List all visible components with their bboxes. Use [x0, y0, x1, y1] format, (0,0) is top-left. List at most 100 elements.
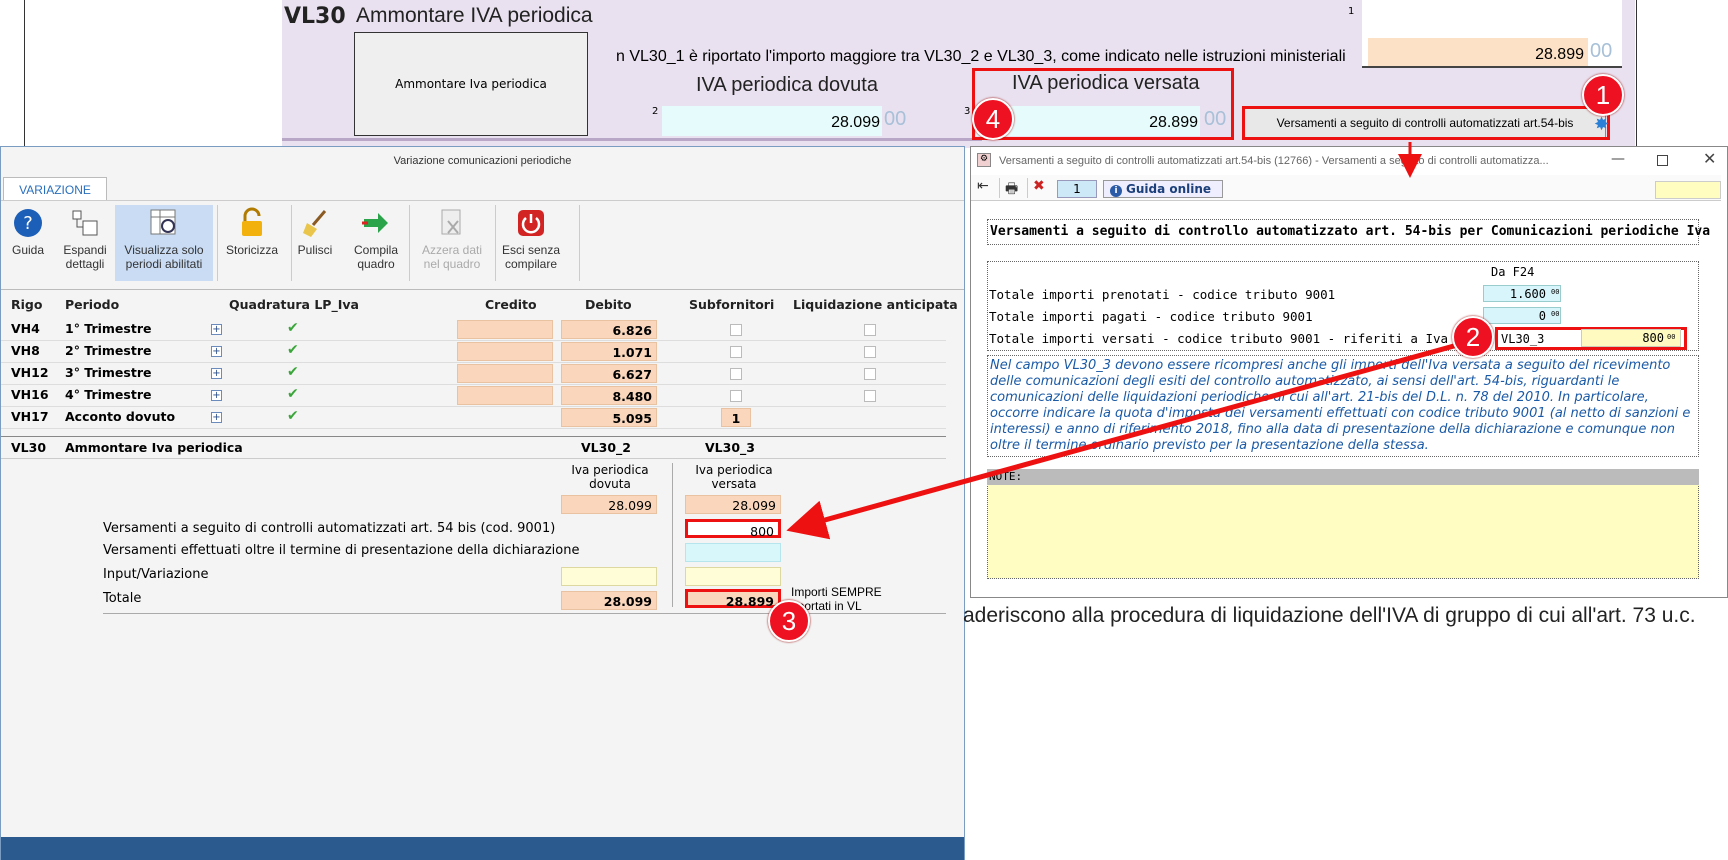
check-icon: ✔	[287, 386, 299, 402]
divider	[1, 384, 946, 385]
dovuta-field[interactable]: 28.099	[561, 495, 657, 514]
vl30-2-field[interactable]: 28.099	[662, 106, 882, 136]
vl30-3-header: VL30_3	[705, 440, 755, 455]
credito-field[interactable]	[457, 342, 553, 361]
subfornitori-checkbox[interactable]	[730, 368, 742, 380]
toolbar-esci-button[interactable]: Esci senza compilare	[497, 205, 565, 281]
power-icon	[497, 207, 565, 239]
row-rigo: VH4	[11, 321, 40, 336]
close-icon[interactable]: ✕	[1703, 149, 1716, 168]
delete-icon[interactable]: ✖	[1033, 178, 1045, 194]
toolbar-compila-button[interactable]: Compila quadro	[347, 205, 405, 281]
credito-field[interactable]	[457, 364, 553, 383]
row1-value[interactable]: 1.600	[1483, 285, 1561, 302]
guida-online-button[interactable]: i Guida online	[1103, 180, 1223, 198]
row1-label: Totale importi prenotati - codice tribut…	[989, 287, 1336, 302]
subfornitori-field[interactable]: 1	[721, 408, 751, 427]
form-title: Ammontare IVA periodica	[356, 4, 593, 27]
divider	[495, 205, 496, 281]
toolbar-label: dettagli	[65, 257, 105, 271]
divider	[1362, 66, 1622, 68]
divider	[1636, 0, 1637, 148]
liquidazione-checkbox[interactable]	[864, 324, 876, 336]
form-note: n VL30_1 è riportato l'importo maggiore …	[616, 48, 1346, 65]
toolbar-label: Pulisci	[297, 243, 333, 257]
input-variazione-dovuta[interactable]	[561, 567, 657, 586]
debito-field: 5.095	[561, 408, 657, 427]
row-rigo: VH8	[11, 343, 40, 358]
row3-value[interactable]: 800	[1581, 329, 1681, 347]
screen: VL30 Ammontare IVA periodica Ammontare I…	[0, 0, 1728, 860]
row2-label: Totale importi pagati - codice tributo 9…	[989, 309, 1313, 324]
col-header-f24: Da F24	[1491, 265, 1535, 279]
expand-row-icon[interactable]: +	[211, 368, 222, 379]
toolbar-visualizza-button[interactable]: Visualizza solo periodi abilitati	[115, 205, 213, 281]
expand-row-icon[interactable]: +	[211, 390, 222, 401]
subfornitori-checkbox[interactable]	[730, 324, 742, 336]
check-icon: ✔	[287, 342, 299, 358]
ammontare-button[interactable]: Ammontare Iva periodica	[354, 32, 588, 136]
toolbar-pulisci-button[interactable]: Pulisci	[293, 205, 337, 281]
maximize-icon[interactable]	[1657, 155, 1668, 166]
info-icon: i	[1110, 185, 1122, 197]
subfornitori-checkbox[interactable]	[730, 346, 742, 358]
header-periodo: Periodo	[65, 297, 120, 312]
toolbar-espandi-button[interactable]: Espandi dettagli	[57, 205, 113, 281]
divider	[1, 458, 946, 459]
versata-field[interactable]: 28.099	[685, 495, 781, 514]
tab-variazione[interactable]: VARIAZIONE	[3, 177, 107, 201]
versamenti-value-field[interactable]: 800	[685, 519, 781, 539]
oltre-termine-field[interactable]	[685, 543, 781, 562]
row3-code: VL30_3	[1501, 332, 1545, 346]
credito-field[interactable]	[457, 386, 553, 405]
field-number: 2	[652, 106, 659, 117]
badge-2: 2	[1452, 316, 1494, 358]
divider	[579, 205, 580, 281]
row2-value[interactable]: 0	[1483, 307, 1561, 324]
divider	[409, 205, 410, 281]
expand-row-icon[interactable]: +	[211, 346, 222, 357]
header-liquidazione: Liquidazione anticipata	[793, 297, 958, 312]
oltre-termine-label: Versamenti effettuati oltre il termine d…	[103, 543, 580, 558]
col2-label: Iva periodica dovuta	[571, 463, 649, 491]
expand-row-icon[interactable]: +	[211, 324, 222, 335]
header-subfornitori: Subfornitori	[689, 297, 775, 312]
liquidazione-checkbox[interactable]	[864, 390, 876, 402]
broom-icon	[293, 207, 337, 239]
toolbar-label: Azzera dati	[421, 243, 483, 257]
badge-3: 3	[768, 600, 810, 642]
divider	[291, 205, 292, 281]
page-number[interactable]: 1	[1057, 180, 1097, 198]
toolbar-label: Guida	[11, 243, 45, 257]
lock-icon	[219, 207, 285, 239]
liquidazione-checkbox[interactable]	[864, 368, 876, 380]
toolbar-label: Compila	[353, 243, 398, 257]
col-dovuta-header: IVA periodica dovuta	[696, 74, 878, 96]
input-variazione-versata[interactable]	[685, 567, 781, 586]
badge-4: 4	[972, 98, 1014, 140]
exit-icon[interactable]: ⇤	[977, 178, 989, 194]
importi-note: Importi SEMPRE riportati in VL	[791, 585, 882, 613]
toolbar-guida-button[interactable]: ? Guida	[5, 205, 51, 281]
expand-row-icon[interactable]: +	[211, 412, 222, 423]
status-field	[1655, 181, 1721, 199]
row-rigo: VH12	[11, 365, 49, 380]
divider	[1, 406, 946, 407]
info-text: Nel campo VL30_3 devono essere ricompres…	[987, 355, 1699, 457]
totale-label: Totale	[103, 591, 142, 606]
divider	[1027, 178, 1028, 198]
toolbar-azzera-button[interactable]: Azzera dati nel quadro	[411, 205, 493, 281]
print-icon[interactable]: 🖶	[1005, 178, 1018, 202]
toolbar-storicizza-button[interactable]: Storicizza	[219, 205, 285, 281]
check-icon: ✔	[287, 320, 299, 336]
notes-area[interactable]	[987, 469, 1699, 579]
liquidazione-checkbox[interactable]	[864, 346, 876, 358]
toolbar-label: periodi abilitati	[125, 257, 203, 271]
subfornitori-checkbox[interactable]	[730, 390, 742, 402]
row-periodo: 2° Trimestre	[65, 343, 152, 358]
vl30-1-field[interactable]: 28.899	[1368, 38, 1588, 68]
cents-label: 00	[884, 108, 907, 130]
credito-field[interactable]	[457, 320, 553, 339]
minimize-icon[interactable]: —	[1611, 151, 1625, 167]
divider	[1, 428, 946, 429]
